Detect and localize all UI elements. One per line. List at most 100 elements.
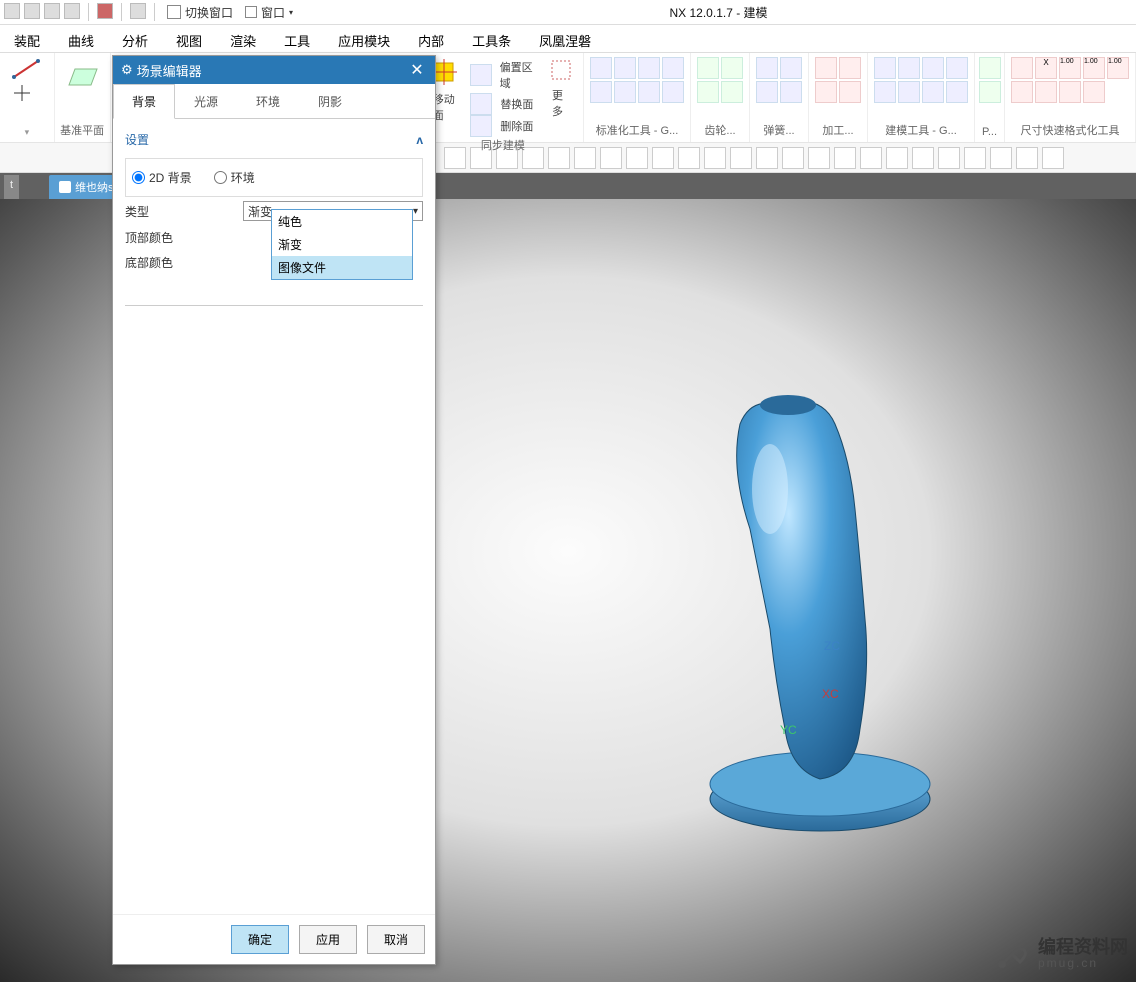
std-icon[interactable] (590, 57, 612, 79)
menu-curve[interactable]: 曲线 (54, 25, 108, 52)
mdl-icon[interactable] (922, 57, 944, 79)
point-icon[interactable] (12, 83, 32, 103)
menu-toolbar[interactable]: 工具条 (458, 25, 525, 52)
qa-icon[interactable] (24, 3, 40, 19)
t2-icon[interactable] (1042, 147, 1064, 169)
gear-icon[interactable] (697, 57, 719, 79)
std-icon[interactable] (662, 81, 684, 103)
gear-icon[interactable] (721, 81, 743, 103)
delete-face-button[interactable]: 删除面 (470, 115, 537, 137)
t2-icon[interactable] (990, 147, 1012, 169)
t2-icon[interactable] (964, 147, 986, 169)
mdl-icon[interactable] (922, 81, 944, 103)
p-icon[interactable] (979, 57, 1001, 79)
menu-tools[interactable]: 工具 (270, 25, 324, 52)
std-icon[interactable] (662, 57, 684, 79)
t2-icon[interactable] (626, 147, 648, 169)
std-icon[interactable] (614, 57, 636, 79)
t2-icon[interactable] (912, 147, 934, 169)
spring-icon[interactable] (756, 81, 778, 103)
qa-icon[interactable] (64, 3, 80, 19)
menu-app-module[interactable]: 应用模块 (324, 25, 404, 52)
replace-face-button[interactable]: 替换面 (470, 93, 537, 115)
cancel-button[interactable]: 取消 (367, 925, 425, 954)
radio-environment[interactable]: 环境 (214, 169, 255, 186)
mdl-icon[interactable] (946, 81, 968, 103)
document-tab-ghost[interactable]: t (4, 175, 19, 199)
t2-icon[interactable] (782, 147, 804, 169)
menu-analysis[interactable]: 分析 (108, 25, 162, 52)
t2-icon[interactable] (600, 147, 622, 169)
qa-icon[interactable] (97, 3, 113, 19)
t2-icon[interactable] (522, 147, 544, 169)
mdl-icon[interactable] (898, 57, 920, 79)
dim-icon[interactable] (1059, 81, 1081, 103)
qa-icon[interactable] (44, 3, 60, 19)
dialog-titlebar[interactable]: 场景编辑器 ✕ (113, 56, 435, 84)
t2-icon[interactable] (1016, 147, 1038, 169)
apply-button[interactable]: 应用 (299, 925, 357, 954)
dim-icon[interactable]: 1.00 (1107, 57, 1129, 79)
menu-view[interactable]: 视图 (162, 25, 216, 52)
dropdown-option-solid[interactable]: 纯色 (272, 210, 412, 233)
radio-2d-background[interactable]: 2D 背景 (132, 169, 192, 186)
switch-window-button[interactable]: 切换窗口 (163, 3, 237, 21)
mdl-icon[interactable] (946, 57, 968, 79)
dropdown-option-gradient[interactable]: 渐变 (272, 233, 412, 256)
std-icon[interactable] (614, 81, 636, 103)
menu-assembly[interactable]: 装配 (0, 25, 54, 52)
window-dropdown[interactable]: 窗口 ▾ (241, 3, 297, 21)
qa-icon[interactable] (4, 3, 20, 19)
tab-environment[interactable]: 环境 (237, 84, 299, 118)
tool-icon[interactable] (839, 81, 861, 103)
tab-light[interactable]: 光源 (175, 84, 237, 118)
t2-icon[interactable] (808, 147, 830, 169)
line-icon[interactable] (12, 57, 42, 81)
t2-icon[interactable] (730, 147, 752, 169)
std-icon[interactable] (638, 57, 660, 79)
mdl-icon[interactable] (874, 81, 896, 103)
mdl-icon[interactable] (898, 81, 920, 103)
datum-plane-icon[interactable] (63, 57, 101, 95)
menu-internal[interactable]: 内部 (404, 25, 458, 52)
radio-input[interactable] (214, 171, 227, 184)
ok-button[interactable]: 确定 (231, 925, 289, 954)
t2-icon[interactable] (860, 147, 882, 169)
gear-icon[interactable] (697, 81, 719, 103)
t2-icon[interactable] (834, 147, 856, 169)
gear-icon[interactable] (721, 57, 743, 79)
qa-icon[interactable] (130, 3, 146, 19)
t2-icon[interactable] (886, 147, 908, 169)
t2-icon[interactable] (756, 147, 778, 169)
t2-icon[interactable] (704, 147, 726, 169)
p-icon[interactable] (979, 81, 1001, 103)
dim-icon[interactable] (1011, 81, 1033, 103)
spring-icon[interactable] (780, 57, 802, 79)
dim-icon[interactable] (1083, 81, 1105, 103)
spring-icon[interactable] (756, 57, 778, 79)
offset-region-button[interactable]: 偏置区域 (470, 57, 546, 93)
dim-icon[interactable]: 1.00 (1083, 57, 1105, 79)
t2-icon[interactable] (652, 147, 674, 169)
spring-icon[interactable] (780, 81, 802, 103)
tool-icon[interactable] (839, 57, 861, 79)
t2-icon[interactable] (444, 147, 466, 169)
menu-phoenix[interactable]: 凤凰涅磐 (525, 25, 605, 52)
tool-icon[interactable] (815, 57, 837, 79)
dim-icon[interactable]: 1.00 (1059, 57, 1081, 79)
more-icon[interactable] (548, 57, 574, 83)
mdl-icon[interactable] (874, 57, 896, 79)
t2-icon[interactable] (938, 147, 960, 169)
t2-icon[interactable] (548, 147, 570, 169)
close-icon[interactable]: ✕ (407, 60, 427, 80)
t2-icon[interactable] (574, 147, 596, 169)
dropdown-option-image[interactable]: 图像文件 (272, 256, 412, 279)
tool-icon[interactable] (815, 81, 837, 103)
menu-render[interactable]: 渲染 (216, 25, 270, 52)
dim-icon[interactable] (1035, 81, 1057, 103)
tab-shadow[interactable]: 阴影 (299, 84, 361, 118)
t2-icon[interactable] (678, 147, 700, 169)
dim-icon[interactable] (1011, 57, 1033, 79)
section-settings-header[interactable]: 设置 ʌ (125, 127, 423, 152)
radio-input[interactable] (132, 171, 145, 184)
